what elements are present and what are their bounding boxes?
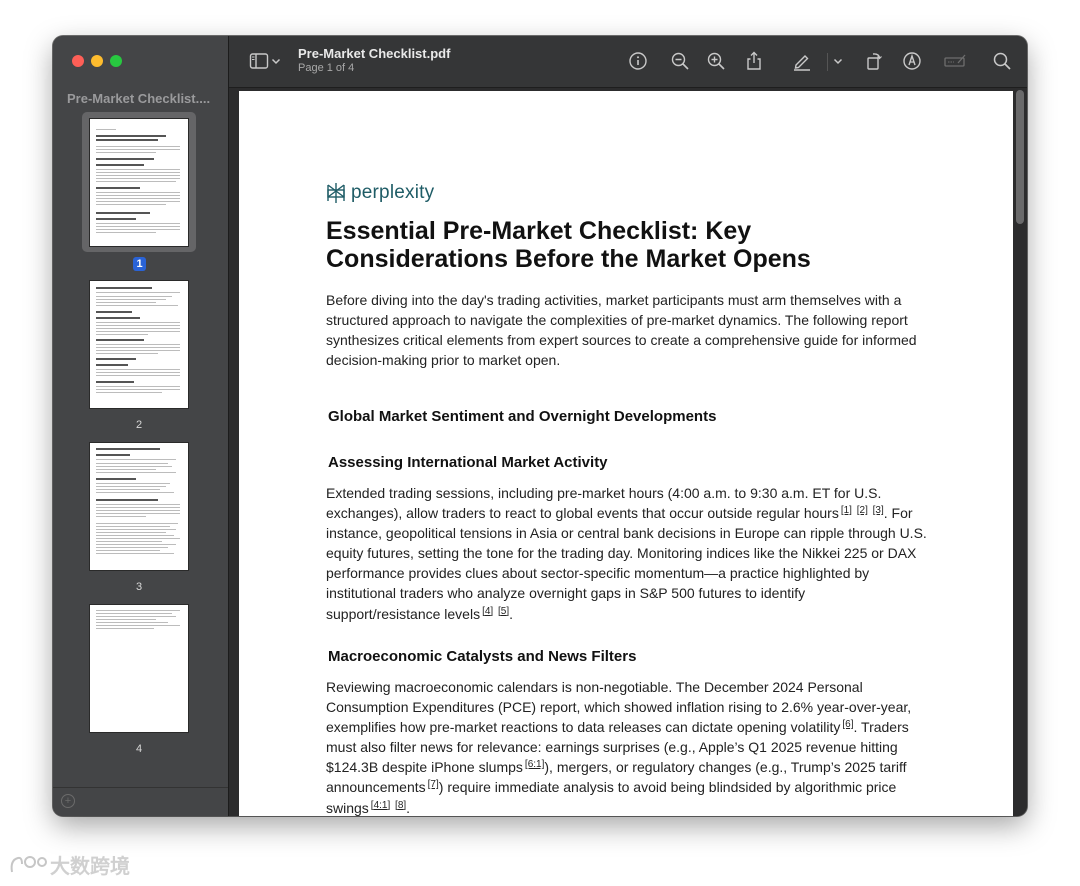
search-icon[interactable]: [991, 50, 1013, 72]
watermark-logo-icon: [10, 855, 47, 872]
document-heading: Essential Pre-Market Checklist: Key Cons…: [326, 217, 926, 273]
page-number-3: 3: [135, 581, 143, 593]
zoom-in-icon[interactable]: [705, 50, 727, 72]
heading-line: Essential Pre-Market Checklist: Key: [326, 217, 752, 245]
citation-link[interactable]: [3]: [873, 505, 884, 516]
text-line: Reviewing macroeconomic calendars is non…: [326, 679, 863, 695]
watermark-text: 大数跨境: [50, 854, 130, 878]
watermark: 大数跨境: [8, 850, 130, 879]
citation-link[interactable]: [6]: [842, 719, 853, 730]
subsection-heading: Macroeconomic Catalysts and News Filters: [328, 648, 637, 665]
perplexity-logo: perplexity: [326, 181, 434, 205]
toolbar: Pre-Market Checklist.pdf Page 1 of 4: [229, 36, 1027, 88]
minimize-window-button[interactable]: [91, 55, 103, 67]
text-line: must also filter news for relevance: ear…: [326, 739, 898, 756]
close-window-button[interactable]: [72, 55, 84, 67]
highlight-pen-icon[interactable]: [791, 50, 813, 72]
citation-link[interactable]: [6:1]: [525, 759, 544, 770]
zoom-window-button[interactable]: [110, 55, 122, 67]
page-thumbnail-2[interactable]: [90, 281, 188, 408]
text-line: synthesizes critical elements from exper…: [326, 332, 917, 349]
intro-paragraph: Before diving into the day's trading act…: [326, 290, 936, 370]
section-heading: Global Market Sentiment and Overnight De…: [328, 408, 717, 425]
chevron-down-icon[interactable]: [832, 50, 844, 72]
page-number-2: 2: [135, 419, 143, 431]
text-line: Extended trading sessions, including pre…: [326, 485, 882, 501]
document-viewer[interactable]: perplexity Essential Pre-Market Checklis…: [229, 88, 1027, 816]
text-line: exemplifies how pre-market reactions to …: [326, 719, 909, 736]
sidebar-footer: +: [53, 787, 228, 816]
citation-link[interactable]: [5]: [498, 606, 509, 617]
add-page-icon[interactable]: +: [61, 794, 75, 808]
text-line: announcements [7]) require immediate anal…: [326, 779, 897, 796]
text-line: decision-making prior to market open.: [326, 352, 561, 369]
share-icon[interactable]: [743, 50, 765, 72]
citation-link[interactable]: [4:1]: [371, 800, 390, 811]
sidebar-title: Pre-Market Checklist....: [67, 91, 211, 106]
vertical-scrollbar[interactable]: [1016, 90, 1024, 224]
page-indicator: Page 1 of 4: [298, 62, 355, 74]
citation-link[interactable]: [1]: [841, 505, 852, 516]
info-icon[interactable]: [627, 50, 649, 72]
text-line: support/resistance levels [4] [5].: [326, 605, 513, 622]
chevron-down-icon[interactable]: [270, 50, 282, 72]
citation-link[interactable]: [8]: [395, 800, 406, 811]
page-thumbnail-3[interactable]: [90, 443, 188, 570]
thumbnail-sidebar: Pre-Market Checklist.... 1 2 3 4 +: [53, 36, 229, 816]
international-activity-paragraph: Extended trading sessions, including pre…: [326, 483, 936, 624]
text-line: institutional traders who analyze overni…: [326, 585, 806, 602]
citation-link[interactable]: [2]: [857, 505, 868, 516]
logo-text: perplexity: [351, 182, 435, 203]
macro-catalysts-paragraph: Reviewing macroeconomic calendars is non…: [326, 677, 936, 816]
citation-link[interactable]: [4]: [482, 606, 493, 617]
text-line: equity futures, setting the tone for the…: [326, 545, 917, 562]
text-line: instance, geopolitical tensions in Asia …: [326, 525, 927, 542]
heading-line: Considerations Before the Market Opens: [326, 245, 811, 273]
rotate-icon[interactable]: [863, 50, 885, 72]
toolbar-separator: [827, 53, 828, 71]
text-line: Consumption Expenditures (PCE) report, w…: [326, 699, 912, 716]
markup-icon[interactable]: [901, 50, 923, 72]
document-title: Pre-Market Checklist.pdf: [298, 46, 451, 61]
text-line: $124.3B despite iPhone slumps [6:1]), mer…: [326, 759, 907, 776]
text-line: structured approach to navigate the comp…: [326, 312, 908, 329]
sidebar-toggle-icon[interactable]: [248, 50, 270, 72]
subsection-heading: Assessing International Market Activity: [328, 454, 608, 471]
text-line: performance provides clues about sector-…: [326, 565, 870, 582]
page-number-1: 1: [133, 257, 146, 271]
preview-window: Pre-Market Checklist.... 1 2 3 4 + Pre-M…: [53, 36, 1027, 816]
zoom-out-icon[interactable]: [669, 50, 691, 72]
form-fill-icon[interactable]: [943, 50, 969, 72]
text-line: swings [4:1] [8].: [326, 799, 411, 816]
page-thumbnail-1[interactable]: [90, 119, 188, 246]
page-number-4: 4: [135, 743, 143, 755]
text-line: exchanges), allow traders to react to gl…: [326, 505, 913, 522]
perplexity-logo-icon: [327, 183, 345, 203]
page-thumbnail-4[interactable]: [90, 605, 188, 732]
citation-link[interactable]: [7]: [428, 779, 439, 790]
text-line: Before diving into the day's trading act…: [326, 292, 902, 308]
pdf-page: perplexity Essential Pre-Market Checklis…: [239, 91, 1013, 816]
